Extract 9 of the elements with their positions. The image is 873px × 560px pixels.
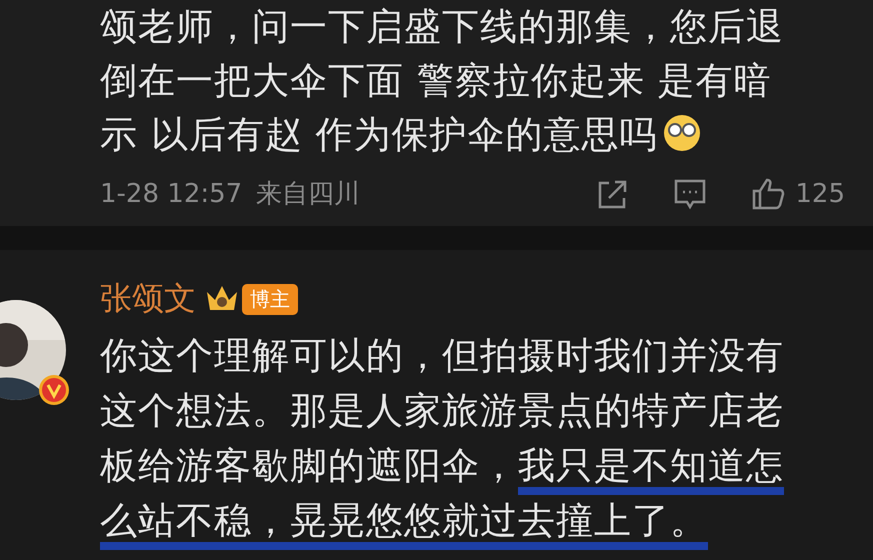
comment-location: 来自四川 [256, 178, 360, 211]
like-icon[interactable] [751, 176, 786, 210]
author-name[interactable]: 张颂文 [100, 277, 196, 321]
like-count: 125 [795, 178, 845, 208]
reply-text: 你这个理解可以的，但拍摄时我们并没有这个想法。那是人家旅游景点的特产店老板给游客歇脚的遮阳伞，我只是不知道怎么站不稳，晃晃悠悠就过去撞上了。 [100, 328, 820, 548]
comment-time: 1-28 12:57 [100, 178, 242, 208]
author-badge: 博主 [242, 284, 298, 314]
emoji-icon [662, 113, 702, 153]
comment-text: 颂老师，问一下启盛下线的那集，您后退 倒在一把大伞下面 警察拉你起来 是有暗 示 以后有赵 作为保护伞的意思吗 [100, 4, 785, 158]
